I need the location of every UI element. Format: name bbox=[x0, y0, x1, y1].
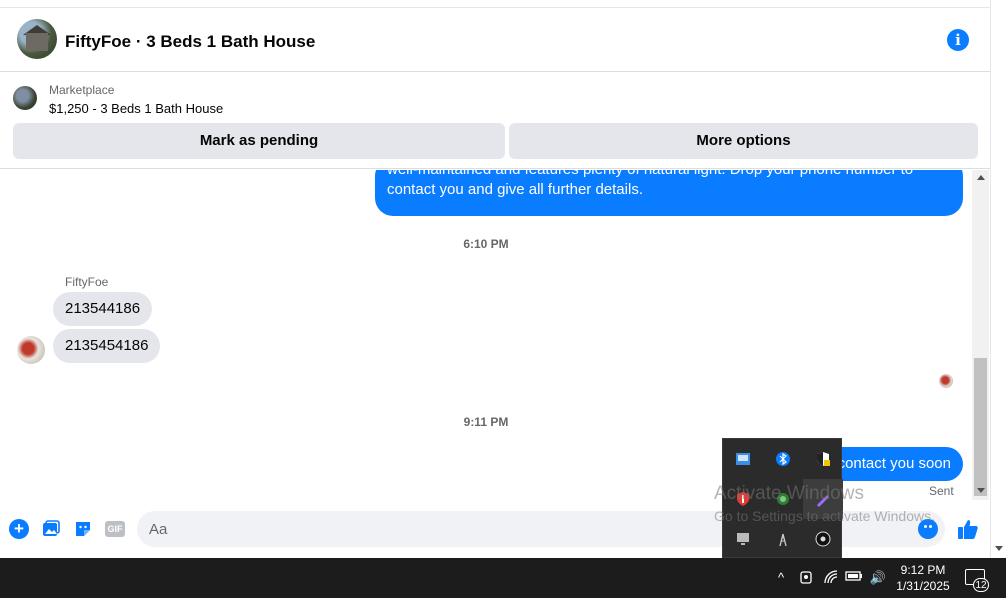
security-shield-icon[interactable] bbox=[803, 439, 843, 479]
scroll-up-arrow-icon[interactable] bbox=[977, 175, 985, 180]
house-body-shape bbox=[26, 33, 48, 51]
info-icon[interactable]: i bbox=[947, 29, 969, 51]
listing-avatar[interactable] bbox=[17, 19, 57, 59]
page-scroll-down-arrow-icon[interactable] bbox=[995, 546, 1003, 551]
sender-avatar[interactable] bbox=[17, 336, 45, 364]
conversation-header: FiftyFoe · 3 Beds 1 Bath House i bbox=[0, 9, 990, 72]
meet-now-icon[interactable] bbox=[798, 569, 814, 587]
battery-icon[interactable] bbox=[845, 569, 863, 587]
scrollbar-thumb[interactable] bbox=[974, 358, 987, 496]
windows-taskbar: ^ 🔊 9:12 PM 1/31/2025 12 bbox=[0, 558, 1006, 598]
thread-scrollbar[interactable] bbox=[972, 170, 989, 500]
antivirus-icon[interactable] bbox=[723, 479, 763, 519]
seen-receipt-avatar bbox=[939, 374, 953, 388]
pen-icon[interactable] bbox=[803, 479, 843, 519]
display-icon[interactable] bbox=[723, 519, 763, 559]
conversation-title[interactable]: FiftyFoe · 3 Beds 1 Bath House bbox=[65, 32, 315, 52]
sticker-icon[interactable] bbox=[73, 519, 93, 539]
timestamp-divider: 9:11 PM bbox=[463, 415, 509, 429]
listing-price-title[interactable]: $1,250 - 3 Beds 1 Bath House bbox=[49, 101, 223, 116]
incoming-message-bubble[interactable]: 2135454186 bbox=[53, 329, 161, 363]
top-border bbox=[0, 0, 990, 8]
mark-pending-button[interactable]: Mark as pending bbox=[13, 123, 505, 159]
wifi-tower-icon[interactable] bbox=[763, 519, 803, 559]
more-options-button[interactable]: More options bbox=[509, 123, 978, 159]
gif-icon[interactable]: GIF bbox=[105, 521, 125, 537]
timestamp-divider: 6:10 PM bbox=[463, 237, 509, 251]
notification-count-badge: 12 bbox=[973, 578, 989, 592]
outgoing-message-line: contact you and give all further details… bbox=[387, 181, 643, 198]
incoming-message-bubble[interactable]: 213544186 bbox=[53, 292, 153, 326]
bluetooth-icon[interactable] bbox=[763, 439, 803, 479]
scroll-down-arrow-icon[interactable] bbox=[977, 488, 985, 493]
listing-source: Marketplace bbox=[49, 83, 115, 97]
thumbs-up-icon[interactable] bbox=[957, 518, 979, 540]
outgoing-message-bubble[interactable]: well-maintained and features plenty of n… bbox=[375, 170, 963, 216]
marketplace-listing-bar: Marketplace $1,250 - 3 Beds 1 Bath House… bbox=[0, 73, 990, 169]
chevron-up-icon[interactable]: ^ bbox=[774, 569, 788, 587]
network-icon[interactable] bbox=[822, 569, 840, 587]
sender-name: FiftyFoe bbox=[65, 275, 109, 289]
photo-icon[interactable] bbox=[41, 519, 61, 539]
emoji-icon[interactable] bbox=[918, 519, 938, 539]
system-clock[interactable]: 9:12 PM 1/31/2025 bbox=[893, 562, 953, 594]
clock-date: 1/31/2025 bbox=[896, 579, 950, 593]
listing-thumbnail[interactable] bbox=[13, 86, 37, 110]
outgoing-message-line: well-maintained and features plenty of n… bbox=[387, 170, 951, 180]
delivery-status: Sent bbox=[929, 484, 954, 498]
network-adapter-icon[interactable] bbox=[723, 439, 763, 479]
clock-time: 9:12 PM bbox=[900, 563, 946, 577]
system-tray-overflow bbox=[722, 438, 843, 559]
volume-icon[interactable]: 🔊 bbox=[869, 569, 887, 587]
media-icon[interactable] bbox=[803, 519, 843, 559]
plus-icon[interactable]: + bbox=[9, 519, 29, 539]
page-scrollbar[interactable] bbox=[990, 0, 1006, 558]
sync-icon[interactable] bbox=[763, 479, 803, 519]
